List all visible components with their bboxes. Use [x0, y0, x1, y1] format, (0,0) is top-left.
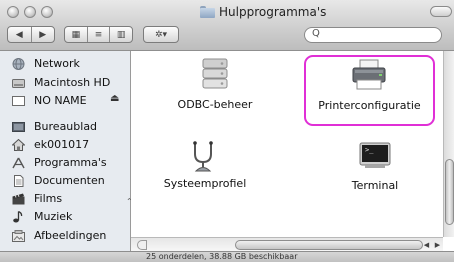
- scroll-left-arrow[interactable]: ◀: [424, 241, 429, 249]
- sidebar-item-bureaublad[interactable]: Bureaublad: [0, 119, 126, 135]
- title-bar: Hulpprogramma's ◀ ▶ ▦ ≡ ▥ ✲▾ Q: [0, 0, 454, 51]
- sidebar-item-label: ek001017: [34, 138, 90, 151]
- file-item-odbc[interactable]: ODBC-beheer: [160, 57, 270, 117]
- globe-icon: [12, 58, 25, 70]
- scroll-arrows[interactable]: ◀ ▶: [421, 239, 443, 251]
- back-forward-control: ◀ ▶: [7, 26, 55, 43]
- folder-icon: [200, 6, 215, 18]
- status-text: 25 onderdelen, 38.88 GB beschikbaar: [146, 252, 298, 261]
- window-title: Hulpprogramma's: [200, 4, 326, 20]
- home-icon: [12, 139, 25, 151]
- sidebar-item-network[interactable]: Network: [0, 56, 126, 72]
- vertical-scroll-thumb[interactable]: [445, 159, 454, 225]
- search-field[interactable]: Q: [304, 27, 442, 43]
- horizontal-scrollbar[interactable]: ◀ ▶: [131, 237, 443, 252]
- search-icon: Q: [312, 28, 320, 39]
- file-label: Terminal: [351, 179, 399, 192]
- forward-button[interactable]: ▶: [30, 27, 55, 42]
- icon-view-button[interactable]: ▦: [65, 27, 87, 42]
- file-label: Systeemprofiel: [163, 177, 247, 190]
- hard-drive-icon: [12, 79, 25, 88]
- documents-icon: [14, 175, 24, 187]
- finder-window: Hulpprogramma's ◀ ▶ ▦ ≡ ▥ ✲▾ Q Network M…: [0, 0, 454, 262]
- action-menu-button[interactable]: ✲▾: [143, 26, 179, 43]
- database-icon: [202, 58, 228, 89]
- minimize-button[interactable]: [24, 6, 36, 18]
- sidebar: Network Macintosh HD NO NAME ⏏ Bureaubla…: [0, 51, 133, 252]
- file-item-printerconfiguratie[interactable]: Printerconfiguratie: [304, 57, 435, 123]
- sidebar-item-label: NO NAME: [34, 94, 87, 107]
- sidebar-item-programmas[interactable]: Programma's: [0, 155, 126, 171]
- status-bar: 25 onderdelen, 38.88 GB beschikbaar: [0, 251, 454, 262]
- pictures-icon: [12, 230, 25, 242]
- list-view-button[interactable]: ≡: [86, 27, 110, 42]
- eject-icon[interactable]: ⏏: [110, 93, 119, 104]
- terminal-prompt: >_: [365, 146, 374, 154]
- sidebar-item-macintosh-hd[interactable]: Macintosh HD: [0, 75, 126, 91]
- sidebar-item-label: Muziek: [34, 210, 73, 223]
- horizontal-scroll-thumb[interactable]: [235, 240, 423, 250]
- file-label: ODBC-beheer: [177, 98, 253, 111]
- removable-drive-icon: [12, 96, 25, 106]
- sidebar-item-films[interactable]: Films: [0, 191, 126, 207]
- music-icon: [13, 211, 23, 223]
- vertical-scrollbar[interactable]: [443, 51, 454, 237]
- sidebar-item-afbeeldingen[interactable]: Afbeeldingen: [0, 228, 126, 244]
- sidebar-item-label: Documenten: [34, 174, 105, 187]
- sidebar-item-label: Afbeeldingen: [34, 229, 107, 242]
- sidebar-item-label: Films: [34, 192, 63, 205]
- sidebar-item-label: Bureaublad: [34, 120, 98, 133]
- file-label: Printerconfiguratie: [318, 99, 421, 112]
- printer-icon: [352, 59, 386, 90]
- sidebar-item-home[interactable]: ek001017: [0, 137, 126, 153]
- stethoscope-icon: [193, 141, 213, 172]
- gear-icon: ✲▾: [154, 29, 168, 40]
- sidebar-item-documenten[interactable]: Documenten: [0, 173, 126, 189]
- sidebar-item-label: Programma's: [34, 156, 107, 169]
- desktop-icon: [12, 122, 25, 132]
- view-mode-control: ▦ ≡ ▥: [64, 26, 133, 43]
- sidebar-item-muziek[interactable]: Muziek: [0, 209, 126, 225]
- toolbar-toggle-button[interactable]: [430, 6, 452, 17]
- sidebar-item-label: Network: [34, 57, 80, 70]
- sidebar-item-no-name[interactable]: NO NAME ⏏: [0, 93, 126, 109]
- sidebar-item-label: Macintosh HD: [34, 76, 111, 89]
- file-item-terminal[interactable]: >_ Terminal: [335, 140, 415, 200]
- applications-icon: [12, 157, 25, 169]
- scroll-track-cap: [137, 240, 147, 250]
- zoom-button[interactable]: [41, 6, 53, 18]
- back-button[interactable]: ◀: [8, 27, 31, 42]
- scroll-right-arrow[interactable]: ▶: [435, 241, 440, 249]
- close-button[interactable]: [7, 6, 19, 18]
- terminal-icon: [359, 142, 391, 168]
- file-item-systeemprofiel[interactable]: Systeemprofiel: [150, 140, 260, 200]
- column-view-button[interactable]: ▥: [109, 27, 132, 42]
- movies-icon: [12, 193, 25, 205]
- window-title-text: Hulpprogramma's: [219, 5, 327, 19]
